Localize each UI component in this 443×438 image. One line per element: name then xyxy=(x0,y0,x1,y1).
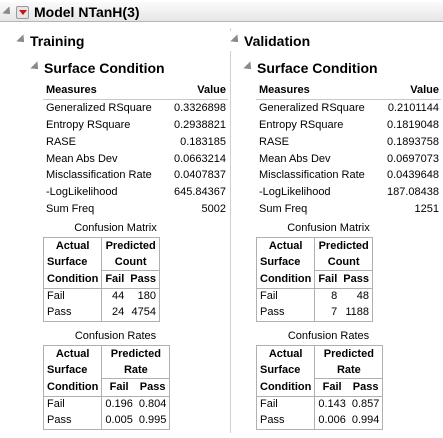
training-header: Training xyxy=(14,31,228,51)
model-header: Model NTanH(3) xyxy=(0,2,443,22)
measure-row: Sum Freq 5002 xyxy=(46,202,226,215)
validation-confusion-rates: Actual Predicted Surface Rate Condition Fai… xyxy=(256,345,384,430)
measures-header: Measures xyxy=(43,82,165,100)
matrix-row: Pass 7 1188 xyxy=(257,304,372,321)
measure-row: Generalized RSquare 0.3326898 xyxy=(46,102,226,115)
red-triangle-menu-icon[interactable] xyxy=(16,6,29,19)
measure-row: Misclassification Rate 0.0439648 xyxy=(259,169,439,182)
training-title: Training xyxy=(30,33,85,49)
validation-title: Validation xyxy=(244,33,311,49)
validation-section-title: Surface Condition xyxy=(257,60,378,76)
validation-header: Validation xyxy=(228,31,442,51)
value-header: Value xyxy=(377,82,441,100)
measure-row: Entropy RSquare 0.1819048 xyxy=(259,118,439,131)
measure-row: Mean Abs Dev 0.0697073 xyxy=(259,152,439,165)
confusion-matrix-caption: Confusion Matrix xyxy=(287,222,370,234)
rates-row: Pass 0.006 0.994 xyxy=(257,412,382,429)
training-section-header: Surface Condition xyxy=(28,58,228,78)
rates-row: Pass 0.005 0.995 xyxy=(44,412,169,429)
training-confusion-rates: Actual Predicted Surface Rate Condition Fai… xyxy=(43,345,171,430)
disclosure-triangle-icon[interactable] xyxy=(30,61,42,73)
measure-row: -LogLikelihood 645.84367 xyxy=(46,186,226,199)
matrix-row: Fail 8 48 xyxy=(257,288,372,305)
disclosure-triangle-icon[interactable] xyxy=(243,61,255,73)
rates-row: Fail 0.143 0.857 xyxy=(257,396,382,413)
validation-section-header: Surface Condition xyxy=(241,58,441,78)
disclosure-triangle-icon[interactable] xyxy=(230,34,242,46)
panel-divider xyxy=(230,28,231,433)
measure-row: -LogLikelihood 187.08438 xyxy=(259,186,439,199)
training-section-title: Surface Condition xyxy=(44,60,165,76)
measure-row: Sum Freq 1251 xyxy=(259,202,439,215)
measure-row: Generalized RSquare 0.2101144 xyxy=(259,102,439,115)
measure-row: RASE 0.183185 xyxy=(46,135,226,148)
measure-row: Misclassification Rate 0.0407837 xyxy=(46,169,226,182)
measure-row: RASE 0.1893758 xyxy=(259,135,439,148)
validation-confusion-matrix: Actual Predicted Surface Count Condition Fa… xyxy=(256,237,373,322)
disclosure-triangle-icon[interactable] xyxy=(16,34,28,46)
rates-row: Fail 0.196 0.804 xyxy=(44,396,169,413)
matrix-row: Fail 44 180 xyxy=(44,288,159,305)
value-header: Value xyxy=(164,82,228,100)
confusion-matrix-caption: Confusion Matrix xyxy=(74,222,157,234)
disclosure-triangle-icon[interactable] xyxy=(2,6,14,18)
confusion-rates-caption: Confusion Rates xyxy=(287,330,370,342)
training-measures-table: Measures Value Generalized RSquare 0.33268… xyxy=(43,82,228,217)
training-confusion-matrix: Actual Predicted Surface Count Condition Fa… xyxy=(43,237,160,322)
model-title: Model NTanH(3) xyxy=(34,4,140,20)
matrix-row: Pass 24 4754 xyxy=(44,304,159,321)
measures-header: Measures xyxy=(256,82,378,100)
confusion-rates-caption: Confusion Rates xyxy=(74,330,157,342)
validation-measures-table: Measures Value Generalized RSquare 0.21011… xyxy=(256,82,441,217)
measure-row: Mean Abs Dev 0.0663214 xyxy=(46,152,226,165)
measure-row: Entropy RSquare 0.2938821 xyxy=(46,118,226,131)
